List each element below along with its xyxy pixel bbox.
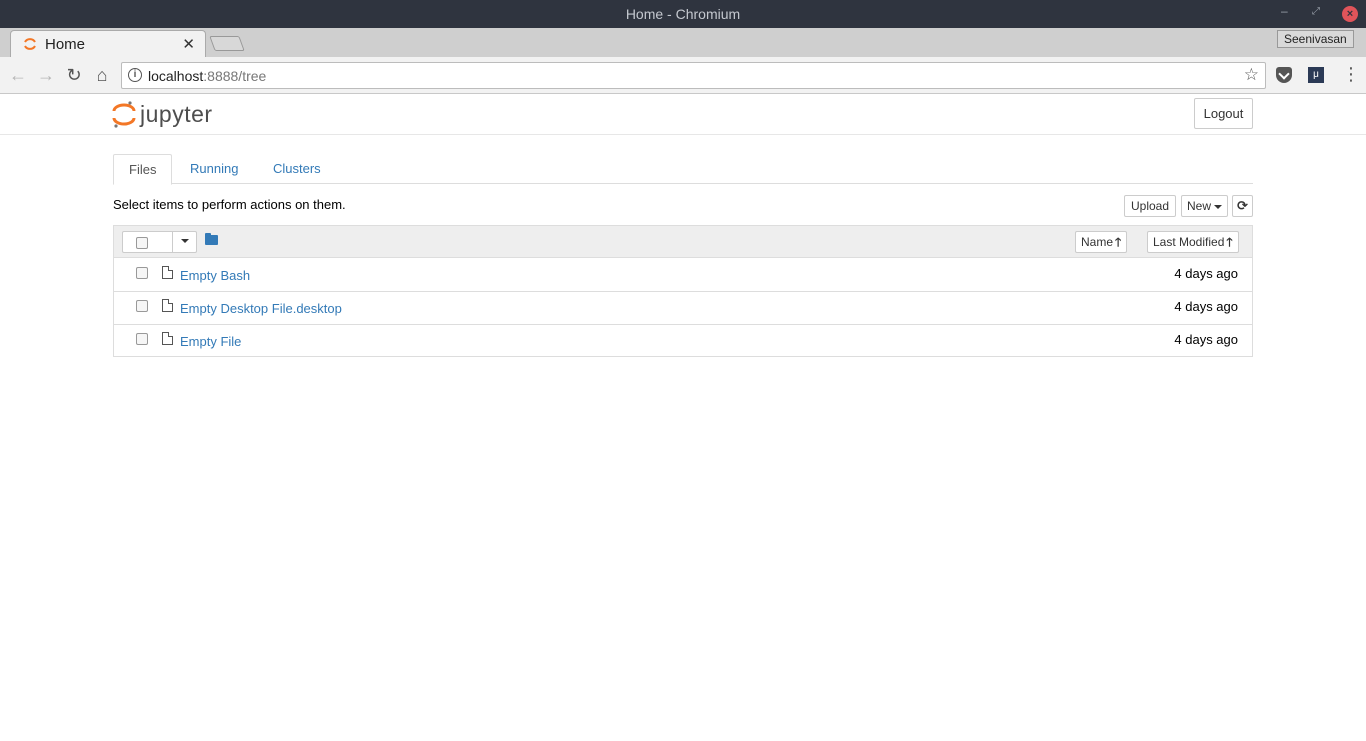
file-icon — [162, 299, 173, 312]
file-name-link[interactable]: Empty Desktop File.desktop — [180, 301, 342, 316]
reload-icon[interactable]: ↻ — [64, 65, 84, 85]
jupyter-header: jupyter Logout — [0, 94, 1366, 135]
jupyter-tabs: Files Running Clusters — [113, 154, 1253, 185]
caret-down-icon — [181, 238, 189, 243]
bookmark-star-icon[interactable]: ☆ — [1244, 65, 1259, 85]
jupyter-logo[interactable]: jupyter — [112, 99, 212, 129]
address-bar[interactable]: i localhost:8888/tree ☆ — [121, 62, 1266, 89]
file-list-header: Name 🡑 Last Modified 🡑 — [114, 226, 1252, 258]
file-name-link[interactable]: Empty Bash — [180, 268, 250, 283]
minimize-icon[interactable]: – — [1281, 4, 1288, 18]
select-all-checkbox[interactable] — [136, 237, 148, 249]
list-item[interactable]: Empty Desktop File.desktop 4 days ago — [114, 292, 1252, 325]
item-checkbox[interactable] — [136, 300, 148, 312]
site-info-icon[interactable]: i — [128, 68, 142, 82]
tab-running[interactable]: Running — [175, 154, 253, 184]
ublock-extension-icon[interactable]: μ — [1308, 67, 1324, 83]
browser-tab-home[interactable]: Home ✕ — [10, 30, 206, 57]
address-url[interactable]: localhost:8888/tree — [148, 68, 266, 84]
tab-files[interactable]: Files — [113, 154, 173, 185]
profile-button[interactable]: Seenivasan — [1277, 30, 1354, 48]
file-icon — [162, 266, 173, 279]
jupyter-logo-icon — [112, 101, 136, 128]
browser-toolbar: ← → ↻ ⌂ i localhost:8888/tree ☆ μ ⋮ — [0, 57, 1366, 94]
window-close-icon[interactable]: × — [1342, 6, 1358, 22]
refresh-icon: ⟳ — [1237, 198, 1248, 213]
new-button[interactable]: New — [1181, 195, 1228, 217]
file-modified: 4 days ago — [1174, 266, 1238, 281]
browser-tabstrip: Home ✕ Seenivasan — [0, 28, 1366, 57]
browser-menu-icon[interactable]: ⋮ — [1342, 65, 1360, 83]
new-button-label: New — [1186, 199, 1211, 213]
refresh-button[interactable]: ⟳ — [1232, 195, 1253, 217]
window-title: Home - Chromium — [625, 6, 741, 22]
forward-arrow-icon[interactable]: → — [36, 65, 56, 85]
arrow-up-icon: 🡑 — [1115, 235, 1122, 249]
file-modified: 4 days ago — [1174, 332, 1238, 347]
jupyter-favicon-icon — [24, 38, 36, 50]
sort-name-label: Name — [1081, 235, 1114, 249]
caret-down-icon — [1214, 204, 1222, 209]
selection-hint: Select items to perform actions on them. — [113, 197, 346, 212]
logout-button[interactable]: Logout — [1194, 98, 1253, 129]
new-tab-button[interactable] — [209, 36, 245, 51]
maximize-icon[interactable]: ⤢ — [1312, 6, 1320, 17]
item-checkbox[interactable] — [136, 267, 148, 279]
jupyter-wordmark: jupyter — [140, 101, 213, 127]
browser-tab-label: Home — [45, 36, 86, 53]
home-icon[interactable]: ⌂ — [92, 65, 112, 85]
url-path: :8888/tree — [203, 68, 267, 84]
file-list: Name 🡑 Last Modified 🡑 Empty Bash 4 days a… — [113, 225, 1253, 357]
window-titlebar: Home - Chromium – ⤢ × — [0, 0, 1366, 28]
folder-icon[interactable] — [205, 233, 218, 245]
sort-by-name-button[interactable]: Name 🡑 — [1075, 231, 1128, 253]
back-arrow-icon[interactable]: ← — [8, 65, 28, 85]
tab-clusters[interactable]: Clusters — [258, 154, 336, 184]
file-icon — [162, 332, 173, 345]
tab-close-icon[interactable]: ✕ — [182, 35, 195, 53]
select-all-control[interactable] — [122, 231, 197, 253]
arrow-up-icon: 🡑 — [1226, 235, 1233, 249]
sort-modified-label: Last Modified — [1153, 235, 1225, 249]
upload-button[interactable]: Upload — [1124, 195, 1176, 217]
url-host: localhost — [148, 68, 204, 84]
list-item[interactable]: Empty Bash 4 days ago — [114, 259, 1252, 292]
pocket-extension-icon[interactable] — [1276, 67, 1292, 83]
file-name-link[interactable]: Empty File — [180, 334, 241, 349]
list-item[interactable]: Empty File 4 days ago — [114, 325, 1252, 358]
file-modified: 4 days ago — [1174, 299, 1238, 314]
item-checkbox[interactable] — [136, 333, 148, 345]
sort-by-modified-button[interactable]: Last Modified 🡑 — [1147, 231, 1239, 253]
select-dropdown-toggle[interactable] — [172, 232, 197, 252]
